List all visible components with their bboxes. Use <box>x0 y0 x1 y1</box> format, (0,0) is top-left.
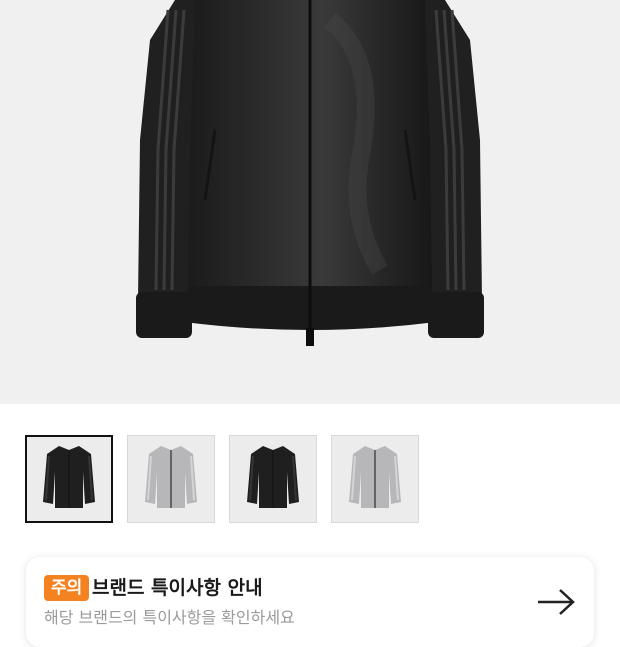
silver-track-jacket-thumbnail-image <box>145 446 197 508</box>
brand-notice-card[interactable]: 주의 브랜드 특이사항 안내 해당 브랜드의 특이사항을 확인하세요 <box>26 557 594 647</box>
jacket-image <box>136 0 484 346</box>
notice-subtitle: 해당 브랜드의 특이사항을 확인하세요 <box>44 608 295 627</box>
thumbnail-2[interactable] <box>127 435 215 523</box>
thumbnail-strip <box>25 435 425 525</box>
caution-badge: 주의 <box>44 575 90 601</box>
thumbnail-3[interactable] <box>229 435 317 523</box>
notice-title: 브랜드 특이사항 안내 <box>92 577 263 599</box>
black-track-jacket-thumbnail-image <box>43 446 95 508</box>
silver-track-jacket-thumbnail-image <box>349 446 401 508</box>
thumbnail-4[interactable] <box>331 435 419 523</box>
arrow-right-icon[interactable] <box>536 587 576 617</box>
product-main-image[interactable] <box>0 0 620 404</box>
thumbnail-1[interactable] <box>25 435 113 523</box>
black-track-jacket-thumbnail-image <box>247 446 299 508</box>
